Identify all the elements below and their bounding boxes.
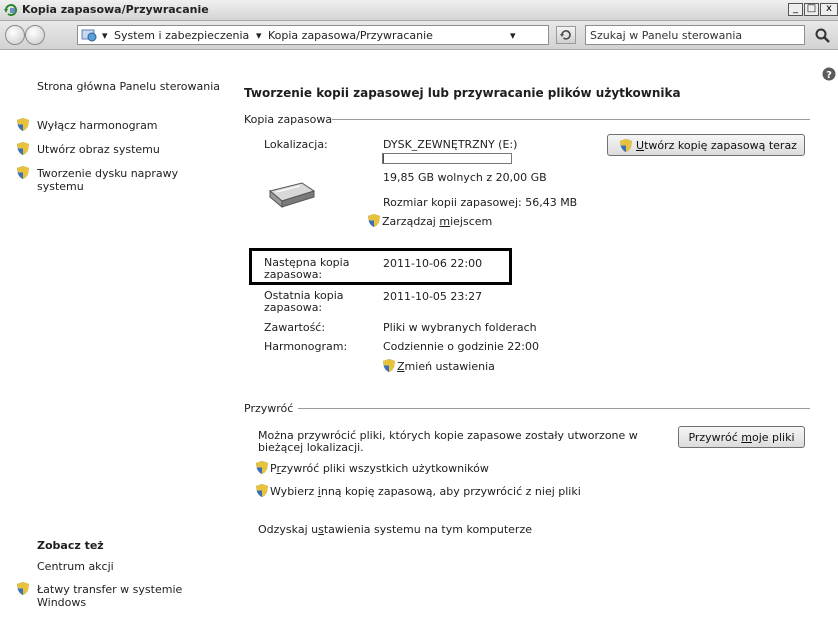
change-settings-label: Zmień ustawienia (397, 360, 495, 373)
backup-size-text: Rozmiar kopii zapasowej: 56,43 MB (383, 196, 578, 209)
help-icon[interactable]: ? (822, 67, 836, 81)
sidebar-item-create-repair-disc[interactable]: Tworzenie dysku naprawy systemu (37, 167, 178, 193)
maximize-button[interactable]: □ (804, 3, 819, 16)
label-line: zapasowa: (264, 301, 323, 314)
shield-icon (383, 359, 395, 372)
location-label: Lokalizacja: (264, 138, 328, 151)
easy-transfer-link[interactable]: Łatwy transfer w systemie Windows (37, 583, 182, 609)
minimize-button[interactable]: _ (788, 3, 803, 16)
label-part: nną kopię zapasową, aby przywrócić z nie… (320, 485, 581, 498)
last-backup-label: Ostatnia kopia zapasowa: (264, 290, 344, 314)
label-part: twórz kopię zapasową teraz (644, 139, 797, 152)
free-space-text: 19,85 GB wolnych z 20,00 GB (383, 171, 547, 184)
recover-system-settings-link[interactable]: Odzyskaj ustawienia systemu na tym kompu… (258, 523, 532, 536)
restore-all-users-label: Przywróć pliki wszystkich użytkowników (270, 462, 489, 475)
manage-space-label: Zarządzaj miejscem (382, 215, 492, 228)
sidebar-item-label: systemu (37, 180, 84, 193)
drive-icon (268, 182, 316, 209)
link-label: Windows (37, 596, 87, 609)
window-title: Kopia zapasowa/Przywracanie (22, 3, 209, 16)
link-label: Łatwy transfer w systemie (37, 583, 183, 596)
restore-section-title: Przywróć (244, 402, 294, 415)
backup-now-button[interactable]: Utwórz kopię zapasową teraz (607, 134, 805, 156)
backup-app-icon (4, 4, 17, 16)
label-part: oje pliki (751, 431, 795, 444)
disk-usage-fill (383, 154, 385, 163)
label-line: zapasowa: (264, 268, 323, 281)
access-key: Z (397, 360, 405, 373)
label-part: zywróć pliki wszystkich użytkowników (280, 462, 489, 475)
sidebar-item-label: Tworzenie dysku naprawy (37, 167, 179, 180)
search-input[interactable]: Szukaj w Panelu sterowania (585, 25, 805, 45)
shield-icon (620, 139, 632, 152)
search-icon[interactable] (815, 28, 831, 44)
section-divider (332, 119, 810, 120)
last-backup-value: 2011-10-05 23:27 (383, 290, 483, 303)
shield-icon (256, 461, 268, 474)
shield-icon (256, 484, 268, 497)
access-key: m (439, 215, 451, 228)
chevron-down-icon[interactable]: ▾ (510, 29, 516, 42)
back-button[interactable] (5, 25, 25, 45)
label-part: tawienia systemu na tym komputerze (323, 523, 532, 536)
restore-description: Można przywrócić pliki, których kopie za… (258, 430, 638, 454)
address-bar: ▾ System i zabezpieczenia ▾ Kopia zapaso… (0, 21, 838, 50)
close-button[interactable]: x (820, 3, 838, 16)
description-line: bieżącej lokalizacji. (258, 441, 364, 454)
breadcrumb-item-backup[interactable]: Kopia zapasowa/Przywracanie (268, 29, 433, 42)
contents-value: Pliki w wybranych folderach (383, 321, 537, 334)
action-center-link[interactable]: Centrum akcji (37, 560, 114, 573)
disk-usage-bar (382, 153, 512, 164)
shield-icon (17, 582, 29, 595)
label-part: Zarządzaj (382, 215, 440, 228)
backup-section-title: Kopia zapasowa (244, 113, 333, 126)
backup-now-label: Utwórz kopię zapasową teraz (636, 139, 797, 152)
choose-other-backup-label: Wybierz inną kopię zapasową, aby przywró… (270, 485, 581, 498)
shield-icon (368, 214, 380, 227)
page-title: Tworzenie kopii zapasowej lub przywracan… (244, 86, 681, 100)
contents-label: Zawartość: (264, 321, 326, 334)
control-panel-icon (81, 29, 97, 42)
shield-icon (17, 118, 29, 131)
access-key: U (636, 139, 645, 152)
shield-icon (17, 142, 29, 155)
restore-my-files-button[interactable]: Przywróć moje pliki (678, 426, 805, 448)
sidebar-item-create-system-image[interactable]: Utwórz obraz systemu (37, 143, 160, 156)
label-part: Przywróć (688, 431, 742, 444)
label-part: iejscem (450, 215, 493, 228)
breadcrumb-item-system[interactable]: System i zabezpieczenia (114, 29, 249, 42)
location-value: DYSK_ZEWNĘTRZNY (E:) (383, 138, 518, 151)
label-part: Wybierz (270, 485, 318, 498)
label-part: Odzyskaj u (258, 523, 319, 536)
schedule-value: Codziennie o godzinie 22:00 (383, 340, 539, 353)
breadcrumb-separator-icon: ▾ (102, 29, 108, 42)
refresh-icon (560, 30, 571, 40)
svg-text:?: ? (826, 70, 832, 81)
shield-icon (17, 166, 29, 179)
access-key: m (741, 431, 752, 444)
forward-button[interactable] (25, 25, 45, 45)
sidebar-item-disable-schedule[interactable]: Wyłącz harmonogram (37, 119, 158, 132)
breadcrumb-separator-icon: ▾ (256, 29, 262, 42)
section-divider (298, 408, 810, 409)
title-bar: Kopia zapasowa/Przywracanie _ □ x (0, 0, 838, 21)
label-part: mień ustawienia (404, 360, 495, 373)
breadcrumb[interactable]: ▾ System i zabezpieczenia ▾ Kopia zapaso… (77, 25, 549, 45)
next-backup-label: Następna kopia zapasowa: (264, 257, 349, 281)
see-also-heading: Zobacz też (37, 539, 104, 552)
next-backup-value: 2011-10-06 22:00 (383, 257, 483, 270)
schedule-label: Harmonogram: (264, 340, 348, 353)
control-panel-home-link[interactable]: Strona główna Panelu sterowania (37, 80, 220, 93)
refresh-button[interactable] (556, 26, 576, 44)
